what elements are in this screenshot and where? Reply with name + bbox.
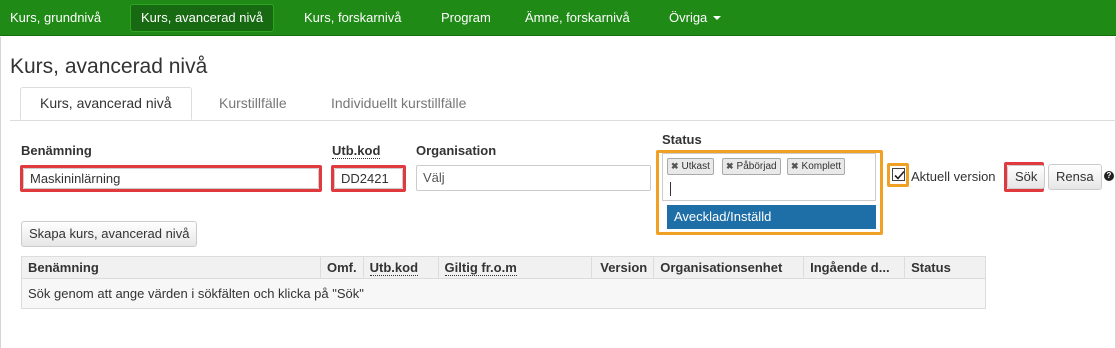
tab-bar-divider xyxy=(10,120,1116,121)
column-omf[interactable]: Omf. xyxy=(320,256,364,279)
tab-kurstillfalle[interactable]: Kurstillfälle xyxy=(200,87,306,120)
search-button[interactable]: Sök xyxy=(1007,165,1046,189)
status-option-avecklad[interactable]: Avecklad/Inställd xyxy=(667,205,876,229)
column-giltig-from[interactable]: Giltig fr.o.m xyxy=(437,256,593,279)
utbkod-input[interactable]: DD2421 xyxy=(334,168,403,189)
column-benamning[interactable]: Benämning xyxy=(21,256,321,279)
status-label: Status xyxy=(662,132,702,147)
empty-message: Sök genom att ange värden i sökfälten oc… xyxy=(21,278,986,309)
results-table: Benämning Omf. Utb.kod Giltig fr.o.m Ver… xyxy=(21,256,986,309)
column-organisationsenhet[interactable]: Organisationsenhet xyxy=(653,256,805,279)
nav-ovriga-label: Övriga xyxy=(669,10,708,25)
organisation-placeholder: Välj xyxy=(423,170,445,185)
remove-icon[interactable]: ✖ xyxy=(671,161,679,171)
caret-down-icon xyxy=(713,16,722,20)
utbkod-label: Utb.kod xyxy=(332,143,381,159)
table-row: Sök genom att ange värden i sökfälten oc… xyxy=(21,278,986,309)
column-ingaende-delar[interactable]: Ingående d... xyxy=(803,256,906,279)
checkmark-icon xyxy=(894,170,905,180)
text-cursor xyxy=(670,182,671,196)
table-header-row: Benämning Omf. Utb.kod Giltig fr.o.m Ver… xyxy=(21,256,986,279)
status-multiselect[interactable]: ✖ Utkast ✖ Påbörjad ✖ Komplett xyxy=(662,153,876,201)
nav-kurs-grundniva[interactable]: Kurs, grundnivå xyxy=(0,4,111,32)
tab-individuellt-kurstillfalle[interactable]: Individuellt kurstillfälle xyxy=(312,87,485,120)
remove-icon[interactable]: ✖ xyxy=(726,161,734,171)
nav-kurs-avancerad-niva[interactable]: Kurs, avancerad nivå xyxy=(130,4,275,32)
status-chip-paborjad[interactable]: ✖ Påbörjad xyxy=(722,158,781,175)
benamning-input[interactable]: Maskininlärning xyxy=(23,168,319,189)
aktuell-version-checkbox[interactable] xyxy=(892,168,905,181)
nav-kurs-forskarniva[interactable]: Kurs, forskarnivå xyxy=(294,4,412,32)
nav-ovriga-dropdown[interactable]: Övriga xyxy=(659,4,731,32)
help-icon[interactable]: ? xyxy=(1104,171,1114,181)
clear-button[interactable]: Rensa xyxy=(1048,164,1102,190)
column-status[interactable]: Status xyxy=(904,256,986,279)
benamning-label: Benämning xyxy=(21,143,92,158)
column-version[interactable]: Version xyxy=(591,256,655,279)
status-chip-utkast[interactable]: ✖ Utkast xyxy=(667,158,714,175)
column-utbkod[interactable]: Utb.kod xyxy=(362,256,439,279)
nav-program[interactable]: Program xyxy=(431,4,501,32)
organisation-select[interactable]: Välj xyxy=(416,165,651,191)
organisation-label: Organisation xyxy=(416,143,497,158)
page-title: Kurs, avancerad nivå xyxy=(10,55,208,78)
top-navigation: Kurs, grundnivå Kurs, avancerad nivå Kur… xyxy=(0,0,1116,36)
status-chip-komplett[interactable]: ✖ Komplett xyxy=(787,158,846,175)
create-course-button[interactable]: Skapa kurs, avancerad nivå xyxy=(21,221,198,247)
remove-icon[interactable]: ✖ xyxy=(791,161,799,171)
nav-amne-forskarniva[interactable]: Ämne, forskarnivå xyxy=(515,4,640,32)
aktuell-version-label: Aktuell version xyxy=(911,169,996,184)
tab-kurs-avancerad-niva[interactable]: Kurs, avancerad nivå xyxy=(20,87,192,120)
